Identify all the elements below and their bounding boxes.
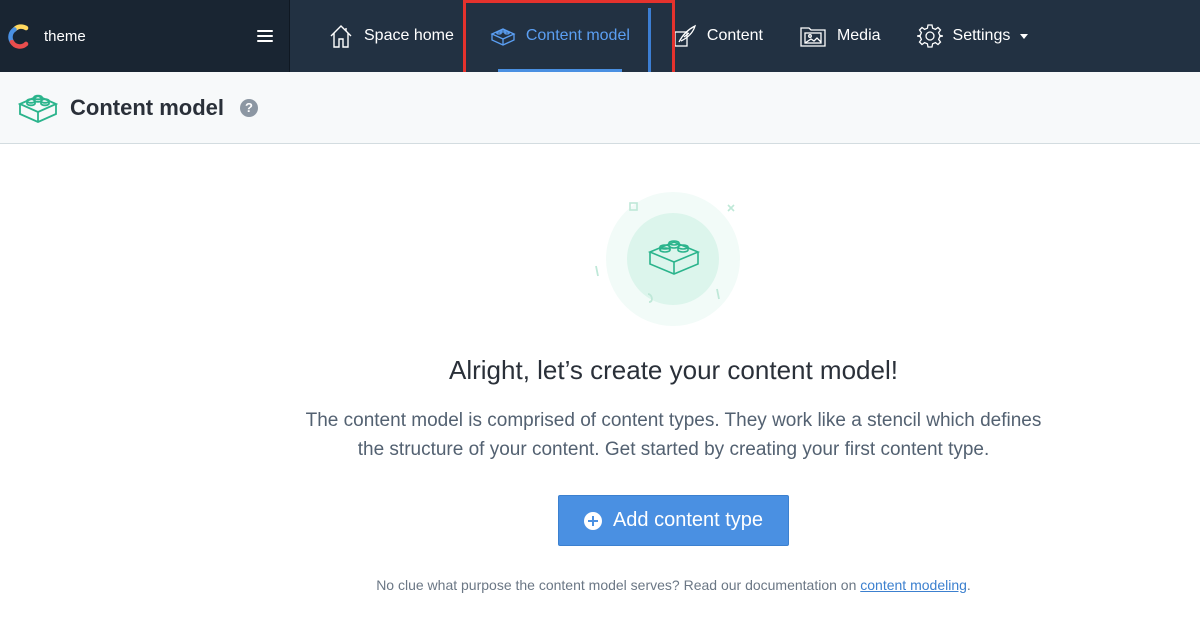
nav-item-label: Space home	[364, 27, 454, 44]
plus-circle-icon	[583, 511, 602, 530]
empty-state-description: The content model is comprised of conten…	[305, 410, 1042, 460]
house-icon	[330, 25, 352, 48]
nav-item-label: Settings	[952, 27, 1011, 44]
nav-item-space-home[interactable]: Space home	[310, 0, 472, 72]
nav-item-media[interactable]: Media	[781, 0, 899, 72]
content-modeling-link[interactable]: content modeling	[860, 577, 967, 593]
nav-item-label: Content	[706, 27, 763, 44]
nav-item-label: Content model	[525, 27, 630, 44]
gear-icon	[916, 24, 943, 48]
chevron-down-icon	[1020, 33, 1029, 39]
empty-state-heading: Alright, let’s create your content model…	[449, 355, 898, 385]
add-content-type-label: Add content type	[612, 509, 764, 531]
documentation-note-text: No clue what purpose the content model s…	[376, 577, 861, 593]
space-switcher[interactable]: theme	[0, 0, 290, 72]
top-navigation-bar: theme Space home Content model Content M…	[0, 0, 1200, 72]
lego-brick-icon	[18, 94, 58, 123]
documentation-note-suffix: .	[966, 577, 971, 593]
feather-pen-icon	[674, 24, 696, 47]
space-name: theme	[44, 27, 86, 45]
page-header: Content model ?	[0, 72, 1200, 144]
nav-item-label: Media	[836, 27, 881, 44]
hamburger-menu-icon[interactable]	[257, 30, 273, 42]
main-nav: Space home Content model Content Media S…	[290, 0, 1046, 72]
image-folder-icon	[800, 27, 826, 47]
content-model-illustration	[595, 192, 740, 326]
help-icon[interactable]: ?	[240, 98, 258, 117]
nav-item-settings[interactable]: Settings	[899, 0, 1047, 72]
contentful-logo-icon	[8, 24, 29, 49]
add-content-type-button[interactable]: Add content type	[558, 495, 789, 546]
lego-brick-icon	[490, 28, 516, 46]
nav-divider	[647, 8, 651, 72]
nav-item-content-model[interactable]: Content model	[472, 0, 648, 72]
page-title: Content model	[70, 94, 224, 120]
nav-item-content[interactable]: Content	[655, 0, 781, 72]
documentation-note: No clue what purpose the content model s…	[0, 577, 1200, 593]
